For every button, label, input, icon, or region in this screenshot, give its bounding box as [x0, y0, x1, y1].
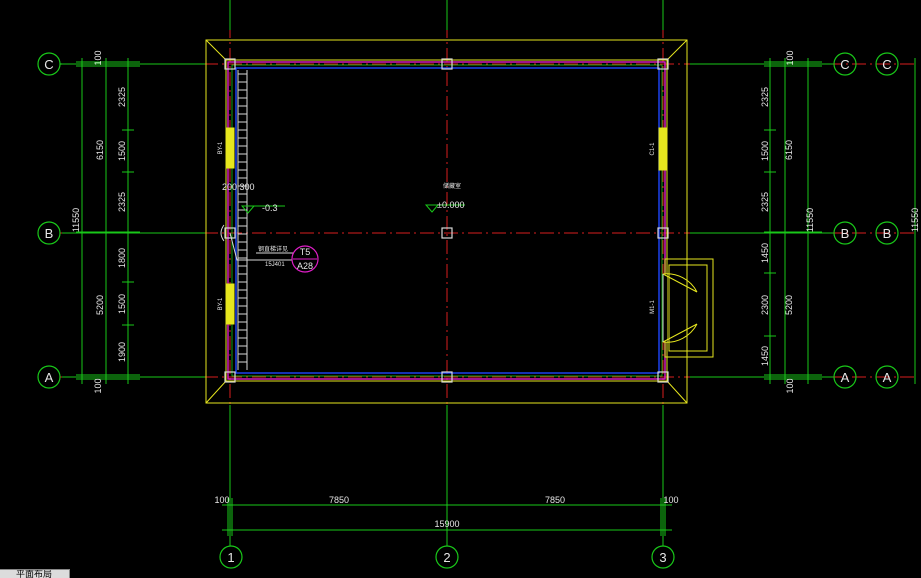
- dim-right-far-overall: 11550: [910, 208, 920, 232]
- dim-left-inner-2: 1500: [117, 141, 127, 161]
- dim-right-inner-1: 2325: [760, 87, 770, 107]
- grid-label-b-right: B: [841, 226, 850, 241]
- door-swing-arc: [662, 273, 698, 343]
- left-dimensions: [76, 58, 140, 384]
- dim-right-offset-top: 100: [785, 50, 795, 65]
- grid-label-1: 1: [227, 550, 234, 565]
- grid-label-a-far: A: [883, 370, 892, 385]
- elevation-center: ±0.000: [437, 200, 464, 210]
- door-annex: [662, 258, 714, 358]
- grid-label-c-right: C: [840, 57, 849, 72]
- dim-left-inner-6: 1900: [117, 342, 127, 362]
- layout-tab-label: 平面布局: [16, 569, 53, 578]
- wall-dims: 200 300: [222, 182, 255, 192]
- left-dimension-text: 11550 6150 5200 2325 1500 2325 1800 1500…: [71, 50, 127, 393]
- door-label: M1-1: [650, 300, 656, 314]
- grid-label-c-far: C: [882, 57, 891, 72]
- dim-right-offset-bottom: 100: [785, 378, 795, 393]
- dim-left-offset-bottom: 100: [93, 378, 103, 393]
- grid-label-3: 3: [659, 550, 666, 565]
- room-label: 储藏室: [443, 182, 461, 190]
- dim-left-inner-3: 2325: [117, 192, 127, 212]
- dim-bottom-span-1: 7850: [329, 495, 349, 505]
- layout-tab[interactable]: 平面布局: [0, 569, 70, 578]
- dim-bottom-overall: 15900: [434, 519, 459, 529]
- annotations: -0.3 ±0.000 200 300 储藏室 钢直梯详见 15J401 T5 …: [218, 141, 656, 314]
- grid-label-a-left: A: [45, 370, 54, 385]
- grid-label-2: 2: [443, 550, 450, 565]
- right-dimensions: [764, 58, 916, 384]
- grid-label-b-far: B: [883, 226, 892, 241]
- window-top-left: [226, 127, 235, 169]
- dim-left-offset-top: 100: [93, 50, 103, 65]
- detail-ref-sheet: A28: [297, 261, 313, 271]
- dim-left-overall: 11550: [71, 208, 81, 232]
- window-top-right: [658, 127, 667, 171]
- dim-right-inner-4: 1450: [760, 243, 770, 263]
- detail-ref-title: T5: [300, 247, 311, 257]
- window-bottom-left: [226, 283, 235, 325]
- grid-label-b-left: B: [45, 226, 54, 241]
- detail-ref-std: 15J401: [265, 262, 285, 268]
- dim-right-overall: 11550: [805, 208, 815, 232]
- window-label-top-right: C1-1: [650, 142, 656, 156]
- dim-left-mid-top: 6150: [95, 140, 105, 160]
- grid-bubbles-right: [833, 52, 899, 389]
- dim-right-mid-bottom: 5200: [784, 295, 794, 315]
- grid-label-a-right: A: [841, 370, 850, 385]
- dim-bottom-offset-left: 100: [214, 495, 229, 505]
- dim-right-inner-5: 2300: [760, 295, 770, 315]
- detail-ref-note: 钢直梯详见: [258, 245, 288, 253]
- dim-left-inner-5: 1500: [117, 294, 127, 314]
- dim-right-inner-2: 1500: [760, 141, 770, 161]
- grid-bubbles-left: [37, 52, 62, 389]
- dim-bottom-offset-right: 100: [663, 495, 678, 505]
- grid-label-c-left: C: [44, 57, 53, 72]
- elevation-left: -0.3: [262, 203, 278, 213]
- dim-left-mid-bottom: 5200: [95, 295, 105, 315]
- dim-left-inner-4: 1800: [117, 248, 127, 268]
- dim-bottom-span-2: 7850: [545, 495, 565, 505]
- window-label-top-left: BY-1: [218, 141, 224, 154]
- window-label-bottom-left: BY-1: [218, 297, 224, 310]
- dim-left-inner-1: 2325: [117, 87, 127, 107]
- right-dimension-text: 11550 6150 5200 2325 1500 2325 1450 2300…: [760, 50, 920, 393]
- dim-right-mid-top: 6150: [784, 140, 794, 160]
- floor-plan-drawing[interactable]: C B A C B A C B A 1 2 3 11550 6150 5200 …: [0, 0, 921, 578]
- steel-ladder: [237, 70, 248, 370]
- cad-model-space[interactable]: C B A C B A C B A 1 2 3 11550 6150 5200 …: [0, 0, 921, 578]
- dim-right-inner-3: 2325: [760, 192, 770, 212]
- dim-right-inner-6: 1450: [760, 346, 770, 366]
